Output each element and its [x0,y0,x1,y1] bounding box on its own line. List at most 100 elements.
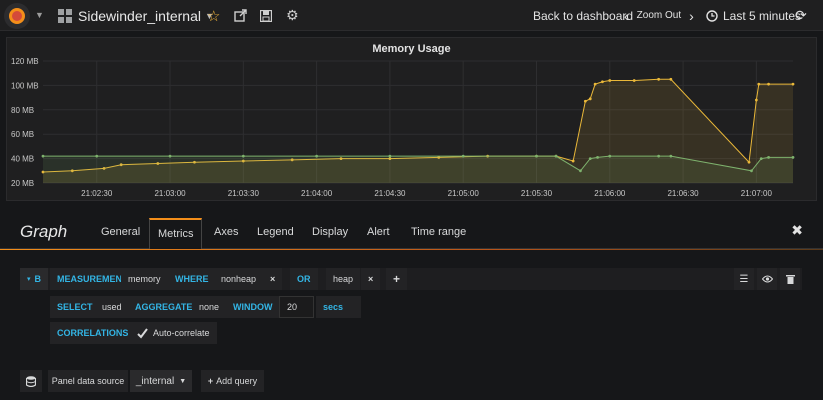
data-point [632,79,636,82]
data-point [388,154,392,158]
share-icon[interactable] [234,0,247,31]
memory-usage-chart[interactable]: 120 MB 100 MB 80 MB 60 MB 40 MB 20 MB 21:02:30… [7,38,816,200]
dashboard-title: Sidewinder_internal [78,7,201,24]
y-tick-label: 120 MB [11,57,39,66]
add-condition-icon[interactable]: + [386,268,408,290]
data-point [791,82,795,86]
grafana-logo-icon[interactable] [4,3,30,29]
where-keyword: WHERE [168,268,216,290]
chevron-left-icon: ‹ [624,7,629,24]
data-point [554,154,558,158]
data-point [767,155,770,159]
time-range-picker[interactable]: Last 5 minutes [706,0,801,31]
data-point [754,98,758,102]
query-ref-label: B [34,274,42,284]
add-query-label: Add query [216,376,258,386]
tab-legend[interactable]: Legend [257,226,294,238]
y-tick-label: 60 MB [11,130,34,139]
x-tick-label: 21:03:30 [228,189,260,198]
chevron-down-icon[interactable]: ▼ [35,10,44,20]
or-keyword: OR [290,268,318,290]
data-point [757,82,761,86]
y-tick-label: 20 MB [11,179,34,188]
remove-condition-icon[interactable]: × [263,268,283,290]
x-tick-label: 21:04:00 [301,189,333,198]
graph-panel: Memory Usage 120 MB 100 MB 80 MB 60 MB 40 MB… [6,37,817,201]
tab-axes[interactable]: Axes [214,226,238,238]
chevron-down-icon: ▼ [179,377,187,385]
back-to-dashboard-button[interactable]: Back to dashboard [533,0,633,31]
eye-icon[interactable] [757,268,777,290]
data-point [168,154,172,158]
plus-icon: + [207,376,214,386]
star-icon[interactable]: ☆ [207,0,220,31]
data-point [588,157,592,160]
zoom-out-button[interactable]: ‹ Zoom Out › [624,0,694,31]
chevron-right-icon: › [689,7,694,24]
tab-general[interactable]: General [101,226,140,238]
autocorrelate-checkbox[interactable]: Auto-correlate [130,322,217,344]
header-divider [0,249,823,250]
data-point [315,154,319,158]
data-point [41,154,45,158]
aggregate-value[interactable]: none [192,296,227,318]
correlations-keyword: CORRELATIONS [50,322,136,344]
x-tick-label: 21:07:00 [741,189,773,198]
tab-metrics[interactable]: Metrics [149,218,203,250]
chevron-down-icon: ▾ [27,276,31,283]
y-tick-label: 40 MB [11,155,34,164]
tab-time-range[interactable]: Time range [411,226,466,238]
select-value[interactable]: used [95,296,129,318]
x-tick-label: 21:06:00 [594,189,626,198]
where-value-heap[interactable]: heap [326,268,361,290]
data-point [657,77,661,81]
window-keyword: WINDOW [226,296,280,318]
tab-display[interactable]: Display [312,226,348,238]
data-point [601,80,604,84]
data-point [608,79,612,82]
refresh-icon[interactable]: ⟳ [795,0,807,31]
data-point [579,169,582,173]
data-point [596,155,599,159]
panel-data-source-label: Panel data source [48,370,128,392]
menu-icon[interactable]: ☰ [734,268,754,290]
database-icon [20,370,42,392]
data-source-value: _internal [135,375,175,387]
data-point [95,154,99,158]
data-point [608,154,612,158]
top-navbar: ▼ Sidewinder_internal ▼ ☆ ⚙ Back to dash… [0,0,823,31]
data-point [593,82,597,86]
zoom-out-label: Zoom Out [636,10,682,21]
series-area-1 [43,156,793,183]
trash-icon[interactable] [780,268,800,290]
query-ref-toggle[interactable]: ▾ B [20,268,48,290]
close-icon[interactable]: ✖ [791,222,803,239]
data-point [759,157,763,160]
save-icon[interactable] [260,0,272,31]
data-point [747,160,751,164]
data-point [669,154,673,158]
editor-title: Graph [20,222,68,241]
editor-header: Graph General Metrics Axes Legend Displa… [0,212,823,250]
x-tick-label: 21:06:30 [667,189,699,198]
where-value-nonheap[interactable]: nonheap [214,268,264,290]
data-point [669,77,673,81]
dashboard-grid-icon [58,8,72,23]
dashboard-picker[interactable]: Sidewinder_internal ▼ [58,0,214,31]
measurement-value[interactable]: memory [121,268,168,290]
remove-condition-icon[interactable]: × [361,268,381,290]
autocorrelate-label: Auto-correlate [153,328,210,338]
data-source-select[interactable]: _internal ▼ [130,370,192,392]
data-point [535,154,538,158]
tab-alert[interactable]: Alert [367,226,390,238]
x-tick-label: 21:05:00 [448,189,480,198]
time-range-label: Last 5 minutes [723,8,802,23]
select-keyword: SELECT [50,296,100,318]
data-point [461,154,465,158]
gear-icon[interactable]: ⚙ [286,0,299,31]
x-tick-label: 21:02:30 [81,189,113,198]
window-input[interactable]: 20 [279,296,314,318]
data-point [791,155,795,159]
add-query-button[interactable]: + Add query [201,370,264,392]
y-tick-label: 100 MB [11,81,39,90]
